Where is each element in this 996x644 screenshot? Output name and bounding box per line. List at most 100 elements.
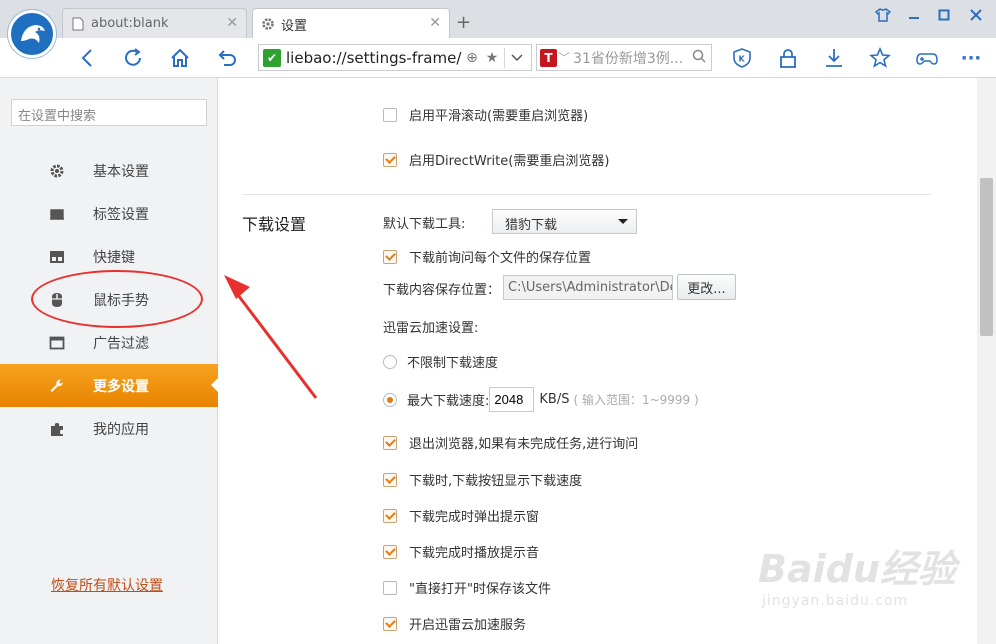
unlimited-speed-row[interactable]: 不限制下载速度 bbox=[383, 352, 498, 371]
open-direct-save-checkbox[interactable] bbox=[383, 580, 397, 595]
sidebar-item-tabs[interactable]: 标签设置 bbox=[0, 192, 218, 235]
sidebar-item-label: 广告过滤 bbox=[93, 336, 149, 352]
show-speed-checkbox[interactable] bbox=[383, 472, 397, 487]
popup-on-complete-row[interactable]: 下载完成时弹出提示窗 bbox=[383, 506, 539, 525]
shield-icon: K bbox=[733, 48, 751, 68]
wrench-icon bbox=[48, 377, 66, 395]
scrollbar-thumb[interactable] bbox=[980, 178, 993, 336]
change-location-button[interactable]: 更改... bbox=[677, 274, 736, 300]
tab-about-blank[interactable]: about:blank ✕ bbox=[62, 8, 247, 38]
separator bbox=[504, 47, 505, 68]
tab-settings[interactable]: 设置 ✕ bbox=[252, 8, 450, 39]
search-engine-icon[interactable]: T bbox=[540, 48, 558, 67]
ask-each-file-row[interactable]: 下载前询问每个文件的保存位置 bbox=[383, 247, 591, 266]
tab-icon bbox=[48, 205, 66, 223]
lock-icon bbox=[780, 49, 796, 68]
address-bar[interactable]: ✔ liebao://settings-frame/ ⊕ ★ bbox=[258, 44, 532, 71]
sound-on-complete-checkbox[interactable] bbox=[383, 544, 397, 559]
default-tool-label: 默认下载工具: bbox=[383, 217, 466, 232]
new-tab-button[interactable]: + bbox=[456, 12, 471, 33]
chevron-down-icon[interactable] bbox=[507, 48, 527, 68]
sidebar-item-label: 快捷键 bbox=[93, 250, 135, 266]
default-tool-select[interactable]: 猎豹下载 bbox=[492, 209, 637, 234]
page-icon bbox=[71, 17, 85, 31]
search-bar[interactable]: T ﹀ 31省份新增3例... bbox=[536, 44, 712, 71]
close-icon[interactable]: ✕ bbox=[226, 15, 238, 31]
liebao-logo[interactable] bbox=[8, 10, 56, 58]
open-direct-save-row[interactable]: "直接打开"时保存该文件 bbox=[383, 578, 551, 597]
vertical-scrollbar[interactable] bbox=[977, 78, 996, 644]
nav-toolbar: ✔ liebao://settings-frame/ ⊕ ★ T ﹀ 31省份新… bbox=[0, 38, 996, 78]
sound-on-complete-row[interactable]: 下载完成时播放提示音 bbox=[383, 542, 539, 561]
sidebar-item-shortcuts[interactable]: 快捷键 bbox=[0, 235, 218, 278]
sidebar-item-label: 更多设置 bbox=[93, 379, 149, 395]
thunder-service-checkbox[interactable] bbox=[383, 616, 397, 631]
sidebar-item-basic[interactable]: 基本设置 bbox=[0, 149, 218, 192]
ask-each-file-checkbox[interactable] bbox=[383, 249, 397, 264]
home-icon bbox=[171, 48, 189, 67]
max-speed-input[interactable] bbox=[489, 387, 535, 412]
close-icon[interactable]: ✕ bbox=[429, 15, 441, 31]
max-speed-label: 最大下载速度: bbox=[407, 394, 490, 409]
smooth-scroll-row[interactable]: 启用平滑滚动(需要重启浏览器) bbox=[383, 105, 588, 124]
open-direct-save-label: "直接打开"时保存该文件 bbox=[409, 582, 551, 597]
back-icon bbox=[81, 49, 92, 67]
sidebar-item-adblock[interactable]: 广告过滤 bbox=[0, 321, 218, 364]
home-button[interactable] bbox=[166, 44, 194, 72]
ask-on-exit-checkbox[interactable] bbox=[383, 435, 397, 450]
undo-close-button[interactable] bbox=[214, 44, 242, 72]
address-text[interactable]: liebao://settings-frame/ bbox=[286, 49, 462, 67]
sidebar-item-label: 我的应用 bbox=[93, 422, 149, 438]
mouse-icon bbox=[48, 291, 66, 309]
unlimited-speed-radio[interactable] bbox=[383, 354, 397, 369]
sound-on-complete-label: 下载完成时播放提示音 bbox=[409, 546, 540, 561]
search-icon[interactable] bbox=[692, 49, 711, 67]
close-window-button[interactable] bbox=[961, 4, 991, 26]
max-speed-radio[interactable] bbox=[383, 392, 397, 407]
popup-on-complete-label: 下载完成时弹出提示窗 bbox=[409, 510, 540, 525]
ask-on-exit-row[interactable]: 退出浏览器,如果有未完成任务,进行询问 bbox=[383, 433, 638, 452]
direct-write-checkbox[interactable] bbox=[383, 152, 397, 167]
undo-icon bbox=[218, 50, 236, 66]
plugin-icon[interactable]: ⊕ bbox=[462, 48, 482, 68]
sidebar-item-mouse-gesture[interactable]: 鼠标手势 bbox=[0, 278, 218, 321]
lock-button[interactable] bbox=[774, 44, 802, 72]
settings-search-input[interactable]: 在设置中搜索 bbox=[11, 99, 207, 126]
thunder-service-row[interactable]: 开启迅雷云加速服务 bbox=[383, 614, 526, 633]
save-location-input[interactable]: C:\Users\Administrator\Desk bbox=[503, 275, 673, 300]
bookmark-star-icon[interactable]: ★ bbox=[482, 48, 502, 68]
secure-check-icon: ✔ bbox=[263, 48, 281, 67]
skin-icon[interactable] bbox=[868, 4, 898, 26]
search-input[interactable]: 31省份新增3例... bbox=[573, 48, 692, 68]
thunder-settings-label: 迅雷云加速设置: bbox=[383, 321, 479, 336]
favorites-button[interactable] bbox=[866, 44, 894, 72]
max-speed-unit: KB/S bbox=[539, 392, 570, 407]
star-icon bbox=[869, 47, 891, 68]
smooth-scroll-checkbox[interactable] bbox=[383, 107, 397, 122]
refresh-button[interactable] bbox=[119, 44, 147, 72]
show-speed-label: 下载时,下载按钮显示下载速度 bbox=[409, 474, 583, 489]
direct-write-row[interactable]: 启用DirectWrite(需要重启浏览器) bbox=[383, 150, 609, 169]
max-speed-row[interactable]: 最大下载速度: KB/S ( 输入范围：1~9999 ) bbox=[383, 387, 699, 412]
smooth-scroll-label: 启用平滑滚动(需要重启浏览器) bbox=[409, 109, 589, 124]
back-button[interactable] bbox=[74, 44, 102, 72]
popup-on-complete-checkbox[interactable] bbox=[383, 508, 397, 523]
sidebar-item-label: 标签设置 bbox=[93, 207, 149, 223]
show-speed-row[interactable]: 下载时,下载按钮显示下载速度 bbox=[383, 470, 582, 489]
cheetah-icon bbox=[21, 25, 45, 43]
gear-icon bbox=[261, 17, 275, 31]
sidebar-item-label: 基本设置 bbox=[93, 164, 149, 180]
maximize-button[interactable] bbox=[929, 4, 959, 26]
game-button[interactable] bbox=[913, 44, 941, 72]
unlimited-speed-label: 不限制下载速度 bbox=[407, 356, 499, 371]
chevron-down-icon[interactable]: ﹀ bbox=[558, 49, 570, 66]
tab-title: about:blank bbox=[91, 16, 169, 31]
sidebar-item-more-settings[interactable]: 更多设置 bbox=[0, 364, 218, 407]
more-menu-button[interactable]: ··· bbox=[957, 44, 985, 72]
direct-write-label: 启用DirectWrite(需要重启浏览器) bbox=[409, 154, 610, 169]
minimize-button[interactable] bbox=[899, 4, 929, 26]
reset-defaults-link[interactable]: 恢复所有默认设置 bbox=[51, 575, 163, 595]
download-button[interactable] bbox=[820, 44, 848, 72]
sidebar-item-my-apps[interactable]: 我的应用 bbox=[0, 407, 218, 450]
shield-button[interactable]: K bbox=[728, 44, 756, 72]
